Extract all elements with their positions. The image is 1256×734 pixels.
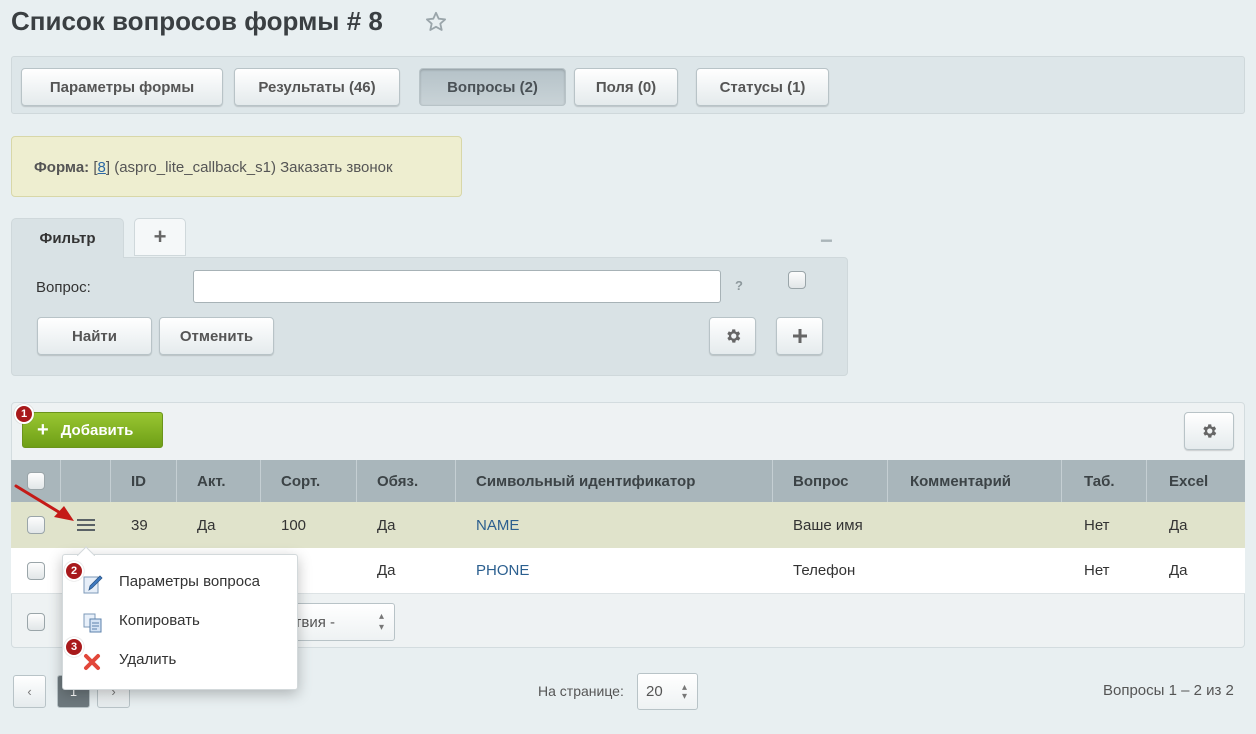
cell-excel: Да (1169, 562, 1188, 579)
filter-tab[interactable]: Фильтр (11, 218, 124, 258)
cell-id: 39 (131, 516, 148, 534)
group-action-checkbox[interactable] (27, 613, 45, 631)
menu-item-label: Удалить (119, 651, 177, 668)
column-header-excel[interactable]: Excel (1147, 460, 1245, 502)
column-header-tab[interactable]: Таб. (1062, 460, 1147, 502)
cell-sort: 100 (281, 516, 307, 534)
row-checkbox[interactable] (27, 561, 45, 580)
add-button-label: Добавить (60, 421, 134, 439)
per-page-value: 20 (646, 683, 663, 700)
row-context-menu: Параметры вопроса Копировать Удалить (62, 546, 298, 690)
prev-page-button[interactable]: ‹ (13, 675, 46, 708)
cell-tab: Нет (1084, 516, 1110, 534)
menu-pointer (77, 546, 95, 556)
cell-active: Да (197, 516, 216, 534)
step-badge-3: 3 (64, 637, 84, 657)
column-header-active[interactable]: Акт. (177, 460, 261, 502)
edit-icon (83, 575, 103, 594)
copy-icon (83, 613, 102, 633)
menu-item-edit[interactable]: Параметры вопроса (63, 569, 297, 599)
column-header-code[interactable]: Символьный идентификатор (456, 460, 773, 502)
collapse-filter-button[interactable]: − (820, 228, 833, 254)
find-button[interactable]: Найти (37, 317, 152, 355)
cell-question: Телефон (793, 562, 856, 579)
form-id-link[interactable]: 8 (98, 159, 106, 176)
cell-code-link[interactable]: PHONE (456, 562, 773, 579)
table-header: ID Акт. Сорт. Обяз. Символьный идентифик… (11, 460, 1245, 502)
form-description: (aspro_lite_callback_s1) Заказать звонок (114, 159, 393, 176)
tabs-bar: Параметры формы Результаты (46) Вопросы … (11, 56, 1245, 114)
tab-form-params[interactable]: Параметры формы (21, 68, 223, 106)
menu-item-label: Копировать (119, 612, 200, 629)
cell-required: Да (377, 562, 396, 579)
tab-statuses[interactable]: Статусы (1) (696, 68, 829, 106)
question-field-label: Вопрос: (36, 279, 91, 296)
gear-icon (726, 329, 740, 343)
menu-item-copy[interactable]: Копировать (63, 608, 297, 638)
cell-tab: Нет (1084, 562, 1110, 579)
page-title: Список вопросов формы # 8 (11, 6, 383, 36)
per-page-select[interactable]: 20 ▴ ▾ (637, 673, 698, 710)
tab-fields[interactable]: Поля (0) (574, 68, 678, 106)
annotation-arrow-icon (14, 484, 74, 521)
pager-summary: Вопросы 1 – 2 из 2 (1103, 682, 1234, 699)
grid-settings-button[interactable] (1184, 412, 1234, 450)
add-filter-field-button[interactable] (776, 317, 823, 355)
tab-results[interactable]: Результаты (46) (234, 68, 400, 106)
step-badge-1: 1 (14, 404, 34, 424)
column-header-id[interactable]: ID (111, 460, 177, 502)
star-icon[interactable] (424, 10, 448, 34)
select-arrows-icon: ▴ ▾ (378, 611, 384, 633)
help-icon[interactable]: ? (735, 278, 743, 293)
delete-icon (84, 654, 100, 670)
column-header-question[interactable]: Вопрос (773, 460, 888, 502)
plus-icon (792, 329, 807, 343)
cell-code-link[interactable]: NAME (456, 517, 773, 534)
form-label: Форма: (34, 159, 90, 176)
question-filter-input[interactable] (193, 270, 721, 303)
column-header-comment[interactable]: Комментарий (888, 460, 1062, 502)
per-page-label: На странице: (538, 683, 624, 699)
cell-excel: Да (1169, 516, 1188, 534)
table-row[interactable]: 39 Да 100 Да NAME Ваше имя Нет Да (11, 502, 1245, 548)
filter-field-checkbox[interactable] (788, 271, 806, 289)
filter-settings-button[interactable] (709, 317, 756, 355)
menu-item-label: Параметры вопроса (119, 573, 260, 590)
select-arrows-icon: ▴ ▾ (681, 681, 687, 702)
step-badge-2: 2 (64, 561, 84, 581)
cancel-button[interactable]: Отменить (159, 317, 274, 355)
plus-icon: + (37, 418, 49, 441)
tab-questions[interactable]: Вопросы (2) (419, 68, 566, 106)
column-header-required[interactable]: Обяз. (357, 460, 456, 502)
hamburger-icon (77, 519, 95, 531)
bracket-close: ] (105, 159, 111, 176)
cell-required: Да (377, 516, 396, 534)
gear-icon (1203, 424, 1217, 438)
menu-item-delete[interactable]: Удалить (63, 647, 297, 677)
add-filter-tab-button[interactable]: + (134, 218, 186, 256)
form-info-box: Форма: [8] (aspro_lite_callback_s1) Зака… (11, 136, 462, 197)
cell-question: Ваше имя (793, 516, 863, 534)
column-header-sort[interactable]: Сорт. (261, 460, 357, 502)
add-question-button[interactable]: + Добавить (22, 412, 163, 448)
